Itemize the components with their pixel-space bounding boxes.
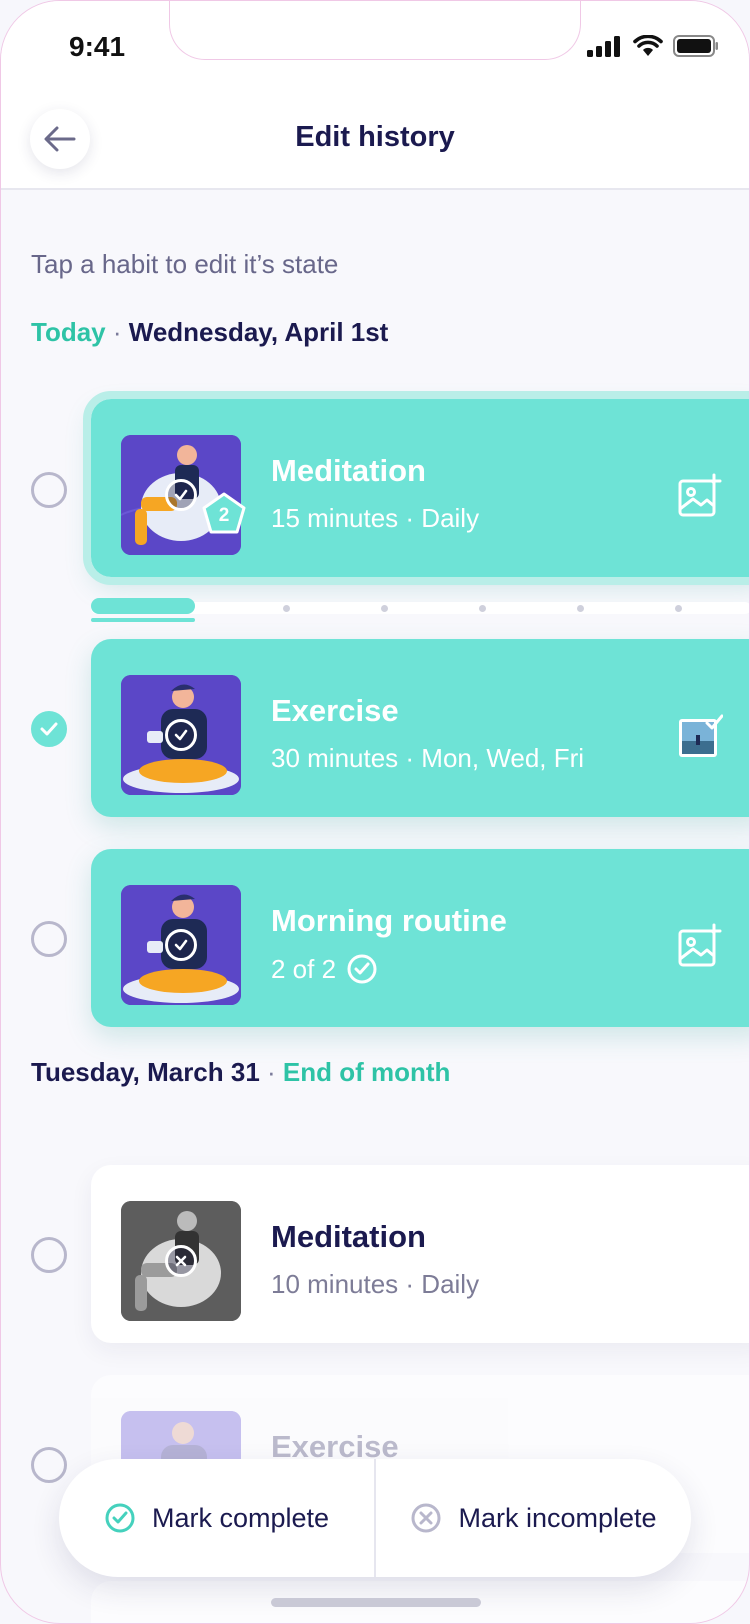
habit-title: Meditation bbox=[271, 1219, 426, 1254]
progress-dot bbox=[283, 605, 290, 612]
habit-subtitle: 15 minutes · Daily bbox=[271, 503, 479, 534]
habit-title: Meditation bbox=[271, 453, 426, 488]
habit-subtitle: 30 minutes · Mon, Wed, Fri bbox=[271, 743, 584, 774]
habit-radio[interactable] bbox=[31, 921, 67, 957]
habit-subtitle-text: 30 minutes · Mon, Wed, Fri bbox=[271, 743, 585, 773]
progress-dot bbox=[577, 605, 584, 612]
habit-illustration bbox=[121, 1201, 241, 1321]
check-icon bbox=[40, 722, 58, 736]
habit-card[interactable]: Exercise 30 minutes · Mon, Wed, Fri bbox=[91, 639, 749, 817]
habit-radio-checked[interactable] bbox=[31, 711, 67, 747]
habit-subtitle-text: 15 minutes · Daily bbox=[271, 503, 480, 533]
streak-badge-count: 2 bbox=[218, 505, 230, 526]
habit-subtitle-text: 2 of 2 bbox=[271, 953, 337, 984]
mark-incomplete-label: Mark incomplete bbox=[458, 1502, 657, 1533]
phone-frame: 9:41 Edit history Tap a habit to edit it… bbox=[0, 0, 750, 1624]
add-photo-icon[interactable] bbox=[677, 473, 723, 519]
check-icon bbox=[165, 929, 197, 961]
habit-radio[interactable] bbox=[31, 1237, 67, 1273]
progress-dot bbox=[479, 605, 486, 612]
battery-icon bbox=[673, 35, 718, 57]
device-notch bbox=[169, 1, 581, 60]
date-heading-accent: Today bbox=[31, 317, 106, 347]
habit-illustration bbox=[121, 885, 241, 1005]
progress-dot bbox=[381, 605, 388, 612]
circle-check-icon bbox=[347, 954, 377, 984]
wifi-icon bbox=[633, 35, 663, 56]
habit-card[interactable]: 2 Meditation 15 minutes · Daily bbox=[83, 391, 749, 585]
header: Edit history bbox=[1, 93, 749, 190]
progress-underline bbox=[91, 618, 195, 622]
habit-subtitle: 2 of 2 bbox=[271, 953, 378, 985]
habit-subtitle: 10 minutes · Daily bbox=[271, 1269, 479, 1300]
progress-indicator bbox=[91, 598, 749, 622]
progress-dot bbox=[675, 605, 682, 612]
habit-title: Exercise bbox=[271, 693, 399, 728]
date-heading-separator: · bbox=[259, 1057, 283, 1087]
signal-icon bbox=[587, 36, 620, 57]
attached-photo-icon[interactable] bbox=[677, 713, 723, 759]
x-icon bbox=[165, 1245, 197, 1277]
home-indicator bbox=[271, 1598, 481, 1607]
check-icon bbox=[165, 719, 197, 751]
habit-title: Morning routine bbox=[271, 903, 507, 938]
date-heading-label: Wednesday, April 1st bbox=[128, 317, 389, 347]
habit-illustration bbox=[121, 675, 241, 795]
progress-fill bbox=[91, 598, 195, 614]
action-bar: Mark complete Mark incomplete bbox=[59, 1459, 691, 1577]
date-heading-accent: End of month bbox=[282, 1057, 451, 1087]
page-title: Edit history bbox=[295, 121, 455, 153]
status-icons bbox=[587, 35, 719, 57]
check-icon bbox=[165, 479, 197, 511]
habit-card[interactable]: Morning routine 2 of 2 bbox=[91, 849, 749, 1027]
add-photo-icon[interactable] bbox=[677, 923, 723, 969]
instruction-text: Tap a habit to edit it’s state bbox=[31, 249, 339, 279]
mark-complete-button[interactable]: Mark complete bbox=[59, 1459, 374, 1577]
mark-complete-label: Mark complete bbox=[151, 1502, 330, 1533]
mark-incomplete-button[interactable]: Mark incomplete bbox=[376, 1459, 691, 1577]
date-heading-yesterday: Tuesday, March 31 · End of month bbox=[31, 1057, 450, 1088]
habit-subtitle-text: 10 minutes · Daily bbox=[271, 1269, 480, 1299]
habit-radio[interactable] bbox=[31, 472, 67, 508]
circle-x-icon bbox=[411, 1503, 441, 1533]
habit-card[interactable]: Meditation 10 minutes · Daily bbox=[91, 1165, 749, 1343]
date-heading-label: Tuesday, March 31 bbox=[31, 1057, 260, 1087]
date-heading-separator: · bbox=[105, 317, 129, 347]
date-heading-today: Today · Wednesday, April 1st bbox=[31, 317, 388, 348]
status-time: 9:41 bbox=[69, 31, 126, 62]
circle-check-icon bbox=[105, 1503, 135, 1533]
